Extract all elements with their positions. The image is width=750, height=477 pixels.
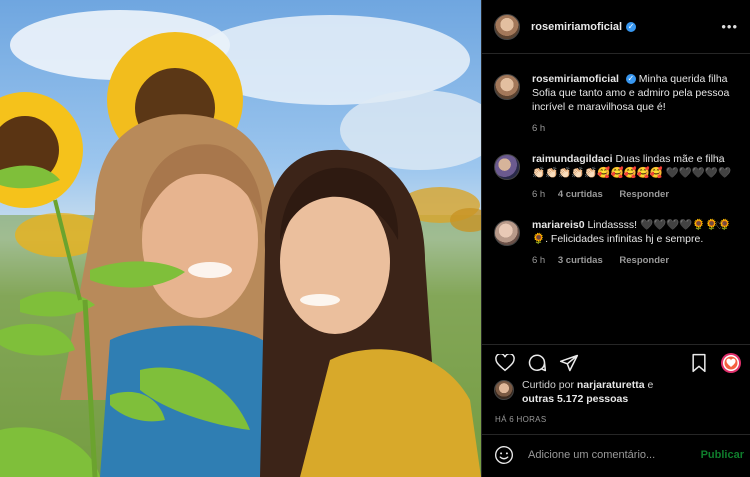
likes-others-link[interactable]: outras 5.172 pessoas: [522, 393, 628, 405]
publish-button[interactable]: Publicar: [701, 449, 744, 461]
bookmark-icon[interactable]: [688, 352, 710, 374]
like-heart-icon[interactable]: [494, 352, 516, 374]
comment-input[interactable]: Adicione um comentário...: [528, 449, 655, 461]
likes-summary: Curtido por narjaraturetta e outras 5.17…: [494, 378, 744, 406]
comment-username[interactable]: mariareis0: [532, 219, 585, 231]
notification-heart-icon[interactable]: [720, 352, 742, 374]
verified-badge-icon: ✓: [626, 21, 637, 32]
comment-time[interactable]: 6 h: [532, 189, 545, 200]
commenter-avatar[interactable]: [494, 154, 520, 180]
caption-time[interactable]: 6 h: [532, 123, 545, 134]
likes-conj: e: [647, 379, 654, 391]
comment-like-heart-icon[interactable]: ♡: [715, 221, 724, 232]
post-photo[interactable]: [0, 0, 481, 477]
comment-username[interactable]: raimundagildaci: [532, 153, 613, 165]
post-actions: [494, 350, 742, 376]
caption-username[interactable]: rosemiriamoficial: [532, 73, 619, 85]
reply-button[interactable]: Responder: [619, 189, 669, 200]
reply-button[interactable]: Responder: [619, 255, 669, 266]
photo-illustration: [0, 10, 481, 477]
comments-list[interactable]: rosemiriamoficial ✓ Minha querida filha …: [482, 55, 750, 344]
liker-avatar[interactable]: [494, 380, 514, 400]
sunflower-left: [0, 92, 83, 208]
liker-username[interactable]: narjaraturetta: [577, 379, 645, 391]
comment-likes[interactable]: 3 curtidas: [558, 255, 603, 266]
comment-icon[interactable]: [526, 352, 548, 374]
add-comment-bar: Adicione um comentário... Publicar: [494, 445, 744, 465]
commenter-avatar[interactable]: [494, 220, 520, 246]
verified-badge-icon: ✓: [625, 74, 636, 85]
comment-item: raimundagildaci Duas lindas mãe e filha …: [494, 152, 738, 202]
caption-avatar[interactable]: [494, 74, 520, 100]
caption: rosemiriamoficial ✓ Minha querida filha …: [494, 72, 738, 136]
comment-like-heart-icon[interactable]: ♡: [715, 155, 724, 166]
more-options-icon[interactable]: •••: [721, 19, 738, 34]
author-avatar[interactable]: [494, 13, 520, 40]
divider: [482, 434, 750, 435]
post-timestamp[interactable]: HÁ 6 HORAS: [495, 415, 546, 424]
comment-time[interactable]: 6 h: [532, 255, 545, 266]
comment-item: mariareis0 Lindassss! 🖤🖤🖤🖤🌻🌻🌻🌻. Felicida…: [494, 218, 738, 268]
post-side-panel: rosemiriamoficial ✓ ••• rosemiriamoficia…: [481, 0, 750, 477]
likes-prefix: Curtido por: [522, 379, 574, 391]
emoji-icon[interactable]: [494, 445, 514, 465]
divider: [482, 344, 750, 345]
comment-likes[interactable]: 4 curtidas: [558, 189, 603, 200]
post-header: rosemiriamoficial ✓ •••: [482, 0, 750, 54]
share-icon[interactable]: [558, 352, 580, 374]
author-username[interactable]: rosemiriamoficial: [531, 21, 622, 33]
